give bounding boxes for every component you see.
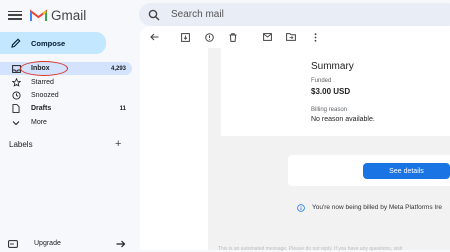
sidebar-item-drafts[interactable]: Drafts 11 xyxy=(0,102,132,115)
draft-icon xyxy=(9,104,23,113)
search-icon[interactable] xyxy=(148,9,160,21)
drafts-count: 11 xyxy=(119,105,126,112)
sidebar-item-starred[interactable]: Starred xyxy=(0,76,132,89)
sidebar-item-label: Starred xyxy=(31,79,54,86)
app-name: Gmail xyxy=(51,8,87,23)
report-icon[interactable] xyxy=(204,32,214,42)
back-icon[interactable] xyxy=(149,32,159,42)
search-bar[interactable]: Search mail xyxy=(139,3,450,26)
arrow-right-icon xyxy=(116,240,126,247)
compose-button[interactable]: Compose xyxy=(0,32,106,54)
message-toolbar xyxy=(140,26,450,48)
footer-text: This is an automated message. Please do … xyxy=(218,246,403,252)
star-icon xyxy=(9,78,23,87)
pencil-icon xyxy=(11,38,21,48)
funded-value: $3.00 USD xyxy=(311,87,351,96)
add-label-button[interactable]: + xyxy=(115,138,121,150)
archive-icon[interactable] xyxy=(180,32,190,42)
sidebar-item-label: More xyxy=(31,119,47,126)
gmail-logo-icon xyxy=(30,9,47,21)
sidebar-item-label: Snoozed xyxy=(31,92,59,99)
annotation-circle xyxy=(20,61,68,76)
inbox-count: 4,293 xyxy=(110,65,126,72)
labels-heading: Labels xyxy=(9,140,33,149)
summary-title: Summary xyxy=(311,61,354,72)
upgrade-label: Upgrade xyxy=(34,240,61,247)
delete-icon[interactable] xyxy=(228,32,238,42)
chevron-down-icon xyxy=(9,120,23,126)
sidebar-item-label: Drafts xyxy=(31,105,52,112)
sidebar-item-snoozed[interactable]: Snoozed xyxy=(0,89,132,102)
upgrade-button[interactable]: Upgrade xyxy=(8,238,126,249)
move-to-icon[interactable] xyxy=(286,32,296,42)
more-options-icon[interactable] xyxy=(310,32,320,42)
sidebar-item-more[interactable]: More xyxy=(0,116,132,129)
main-menu-button[interactable] xyxy=(8,8,22,22)
search-input[interactable]: Search mail xyxy=(171,9,224,20)
info-icon xyxy=(297,204,305,212)
billing-reason-value: No reason available. xyxy=(311,116,375,123)
compose-label: Compose xyxy=(31,38,66,48)
clock-icon xyxy=(9,91,23,100)
funded-label: Funded xyxy=(311,78,332,84)
storage-icon xyxy=(8,239,18,248)
see-details-button[interactable]: See details xyxy=(363,163,450,179)
billing-notice: You're now being billed by Meta Platform… xyxy=(312,204,442,211)
gmail-logo[interactable]: Gmail xyxy=(30,8,86,23)
mark-unread-icon[interactable] xyxy=(262,32,272,42)
billing-reason-label: Billing reason xyxy=(311,107,348,113)
